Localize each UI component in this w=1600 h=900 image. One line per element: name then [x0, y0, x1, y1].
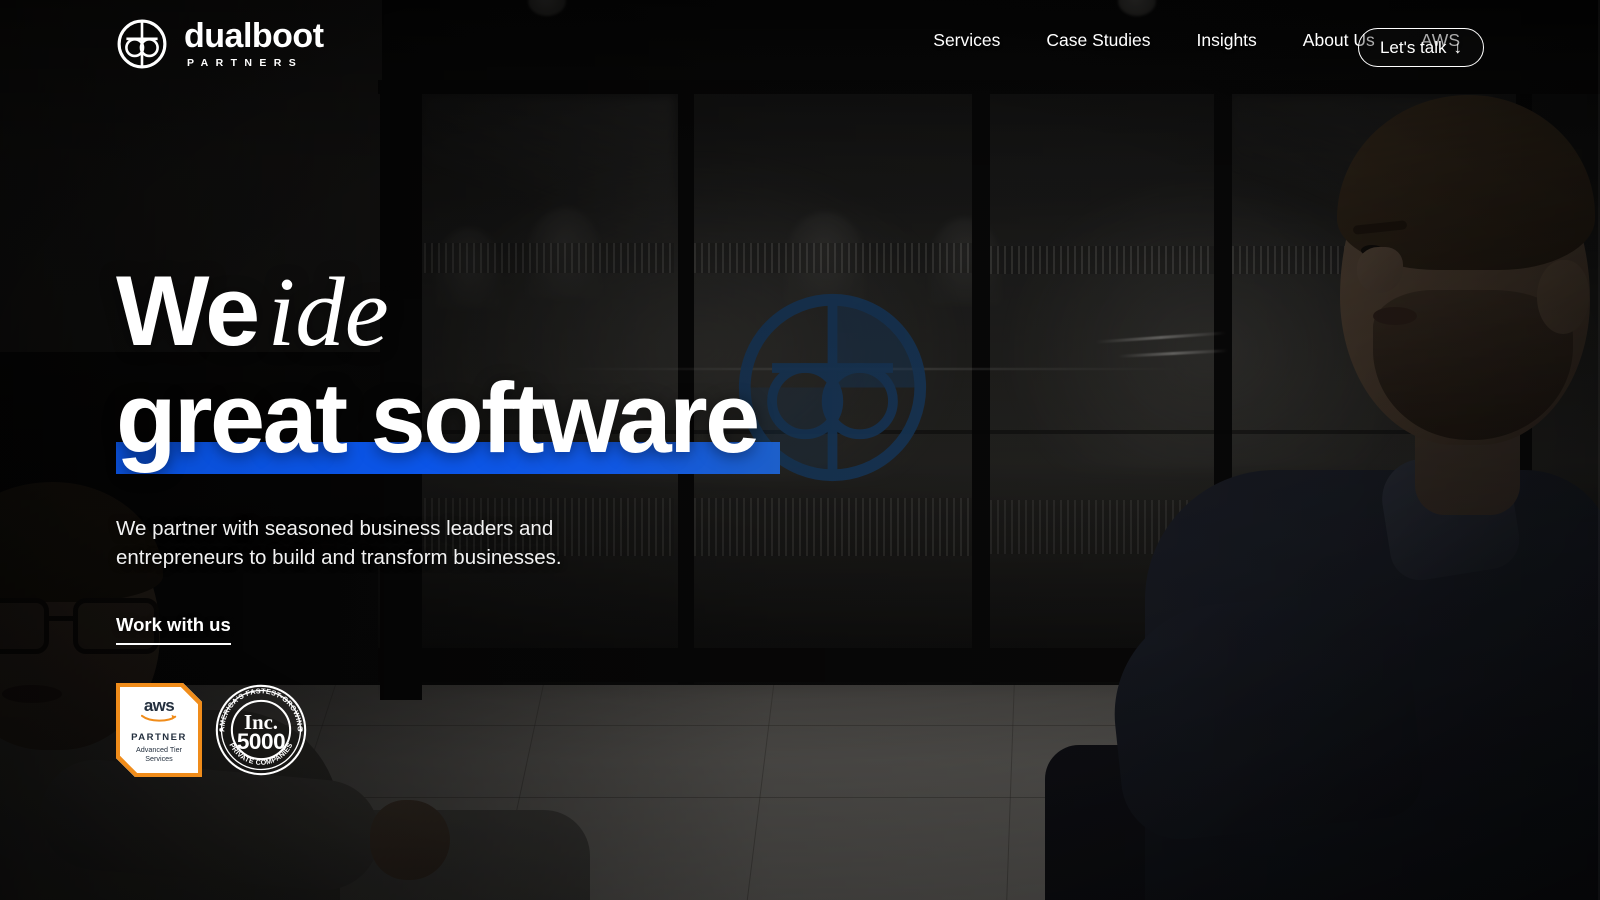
aws-tier-label: Advanced Tier Services	[136, 745, 182, 763]
hero-headline-line1: We ide	[116, 255, 758, 367]
headline-static-word: We	[116, 255, 260, 366]
aws-partner-label: PARTNER	[131, 732, 187, 743]
hero-headline-line2: great software	[116, 361, 780, 474]
aws-wordmark: aws	[143, 696, 175, 715]
work-with-us-link[interactable]: Work with us	[116, 614, 231, 646]
brand-name: dualboot	[184, 17, 324, 56]
inc-5000-badge[interactable]: AMERICA'S FASTEST-GROWING PRIVATE COMPAN…	[214, 683, 308, 777]
hero-subtitle: We partner with seasoned business leader…	[116, 516, 562, 569]
site-header: dualboot PARTNERS Services Case Studies …	[0, 0, 1600, 94]
aws-partner-badge[interactable]: aws PARTNER Advanced Tier Services	[116, 683, 202, 777]
certification-badges: aws PARTNER Advanced Tier Services MERIC…	[116, 683, 308, 777]
aws-smile-icon	[141, 714, 177, 722]
lets-talk-button[interactable]: Let's talk ↓	[1357, 28, 1484, 67]
nav-item-case-studies[interactable]: Case Studies	[1046, 30, 1150, 51]
lets-talk-label: Let's talk	[1379, 37, 1447, 57]
nav-item-services[interactable]: Services	[933, 30, 1000, 51]
hero-section: We ide great software We partner with sea…	[116, 255, 780, 646]
nav-item-insights[interactable]: Insights	[1196, 30, 1256, 51]
headline-line2-text: great software	[116, 361, 760, 473]
page-root: dualboot PARTNERS Services Case Studies …	[0, 0, 1600, 900]
headline-typed-word: ide	[267, 258, 389, 367]
brand-logo[interactable]: dualboot PARTNERS	[116, 18, 324, 70]
brand-tagline: PARTNERS	[187, 57, 304, 70]
arrow-down-icon: ↓	[1453, 37, 1463, 57]
dualboot-logo-icon	[116, 18, 168, 70]
inc-name-line2: 5000	[237, 729, 285, 754]
aws-badge-inner: aws PARTNER Advanced Tier Services	[120, 687, 198, 773]
